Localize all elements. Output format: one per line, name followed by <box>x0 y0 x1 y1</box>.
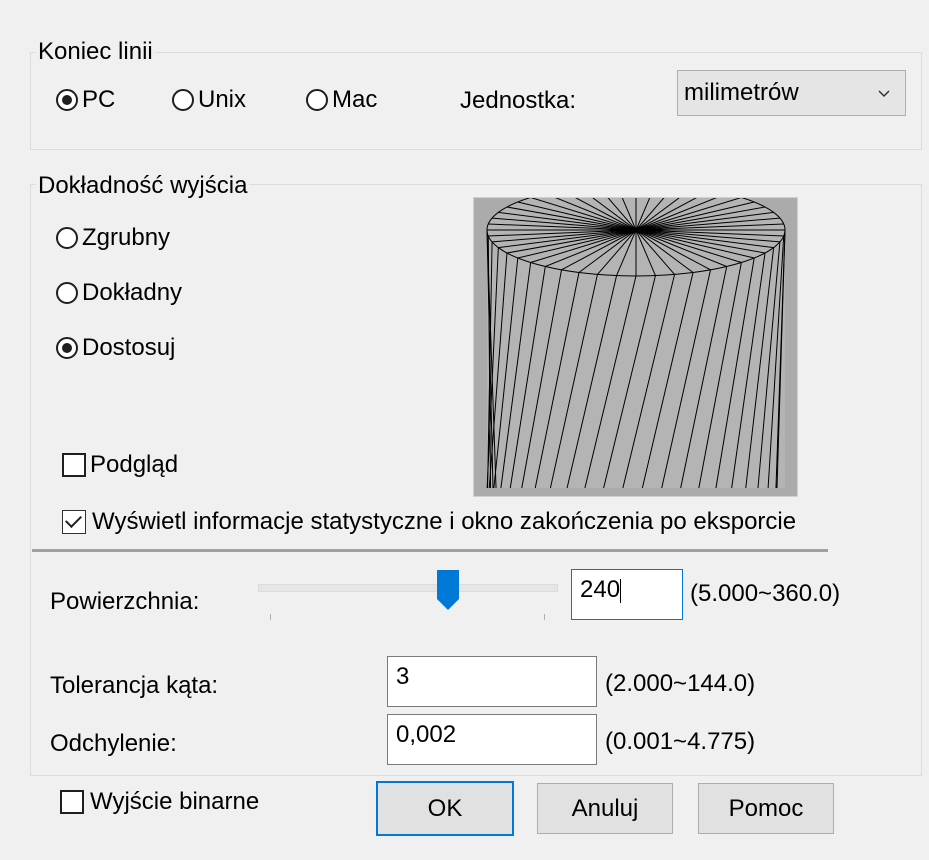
preview-checkbox[interactable]: Podgląd <box>62 451 178 479</box>
cylinder-preview-icon <box>486 198 786 489</box>
radio-fine-indicator[interactable] <box>56 282 78 304</box>
radio-unix[interactable]: Unix <box>172 86 246 114</box>
surface-slider[interactable] <box>258 569 558 622</box>
radio-mac-label: Mac <box>332 86 378 113</box>
unit-label: Jednostka: <box>460 87 577 114</box>
cancel-button[interactable]: Anuluj <box>537 783 673 834</box>
radio-coarse[interactable]: Zgrubny <box>56 224 170 252</box>
stats-checkbox-label: Wyświetl informacje statystyczne i okno … <box>92 508 797 535</box>
help-button-label: Pomoc <box>728 794 804 822</box>
cancel-button-label: Anuluj <box>571 794 639 822</box>
unit-dropdown[interactable]: milimetrów <box>677 70 906 116</box>
radio-mac-indicator[interactable] <box>306 89 328 111</box>
preview-checkbox-label: Podgląd <box>90 451 179 478</box>
radio-custom[interactable]: Dostosuj <box>56 334 175 362</box>
radio-coarse-indicator[interactable] <box>56 227 78 249</box>
stats-checkbox[interactable]: Wyświetl informacje statystyczne i okno … <box>62 508 796 536</box>
chevron-down-icon <box>878 90 890 98</box>
stats-checkbox-box[interactable] <box>62 510 86 534</box>
radio-unix-indicator[interactable] <box>172 89 194 111</box>
surface-label: Powierzchnia: <box>50 588 200 615</box>
unit-dropdown-value: milimetrów <box>684 79 799 106</box>
slider-thumb-icon[interactable] <box>436 569 460 611</box>
ok-button[interactable]: OK <box>376 781 514 836</box>
separator <box>32 549 828 552</box>
deviation-label: Odchylenie: <box>50 730 177 757</box>
surface-range: (5.000~360.0) <box>690 580 841 607</box>
surface-input[interactable]: 240 <box>571 569 683 620</box>
binary-output-checkbox[interactable]: Wyjście binarne <box>60 788 259 816</box>
deviation-input[interactable]: 0,002 <box>387 714 597 765</box>
radio-pc[interactable]: PC <box>56 86 115 114</box>
radio-custom-label: Dostosuj <box>82 334 176 361</box>
radio-fine-label: Dokładny <box>82 279 183 306</box>
radio-custom-indicator[interactable] <box>56 337 78 359</box>
surface-input-value: 240 <box>580 576 621 603</box>
angle-tolerance-value: 3 <box>396 663 410 690</box>
radio-unix-label: Unix <box>198 86 247 113</box>
deviation-value: 0,002 <box>396 721 457 748</box>
help-button[interactable]: Pomoc <box>698 783 834 834</box>
precision-group-title: Dokładność wyjścia <box>36 172 250 200</box>
slider-track <box>258 584 558 592</box>
radio-pc-label: PC <box>82 86 116 113</box>
binary-output-label: Wyjście binarne <box>90 788 260 815</box>
angle-tolerance-label: Tolerancja kąta: <box>50 672 219 699</box>
line-ending-group-title: Koniec linii <box>36 38 155 66</box>
preview-checkbox-box[interactable] <box>62 453 86 477</box>
radio-mac[interactable]: Mac <box>306 86 377 114</box>
binary-output-checkbox-box[interactable] <box>60 790 84 814</box>
angle-tolerance-input[interactable]: 3 <box>387 656 597 707</box>
radio-pc-indicator[interactable] <box>56 89 78 111</box>
slider-tick-max <box>544 614 545 620</box>
slider-tick-min <box>270 614 271 620</box>
deviation-range: (0.001~4.775) <box>605 728 756 755</box>
text-caret <box>620 578 622 603</box>
radio-coarse-label: Zgrubny <box>82 224 171 251</box>
radio-fine[interactable]: Dokładny <box>56 279 182 307</box>
angle-tolerance-range: (2.000~144.0) <box>605 670 756 697</box>
ok-button-label: OK <box>427 794 463 822</box>
preview-image <box>473 197 798 497</box>
